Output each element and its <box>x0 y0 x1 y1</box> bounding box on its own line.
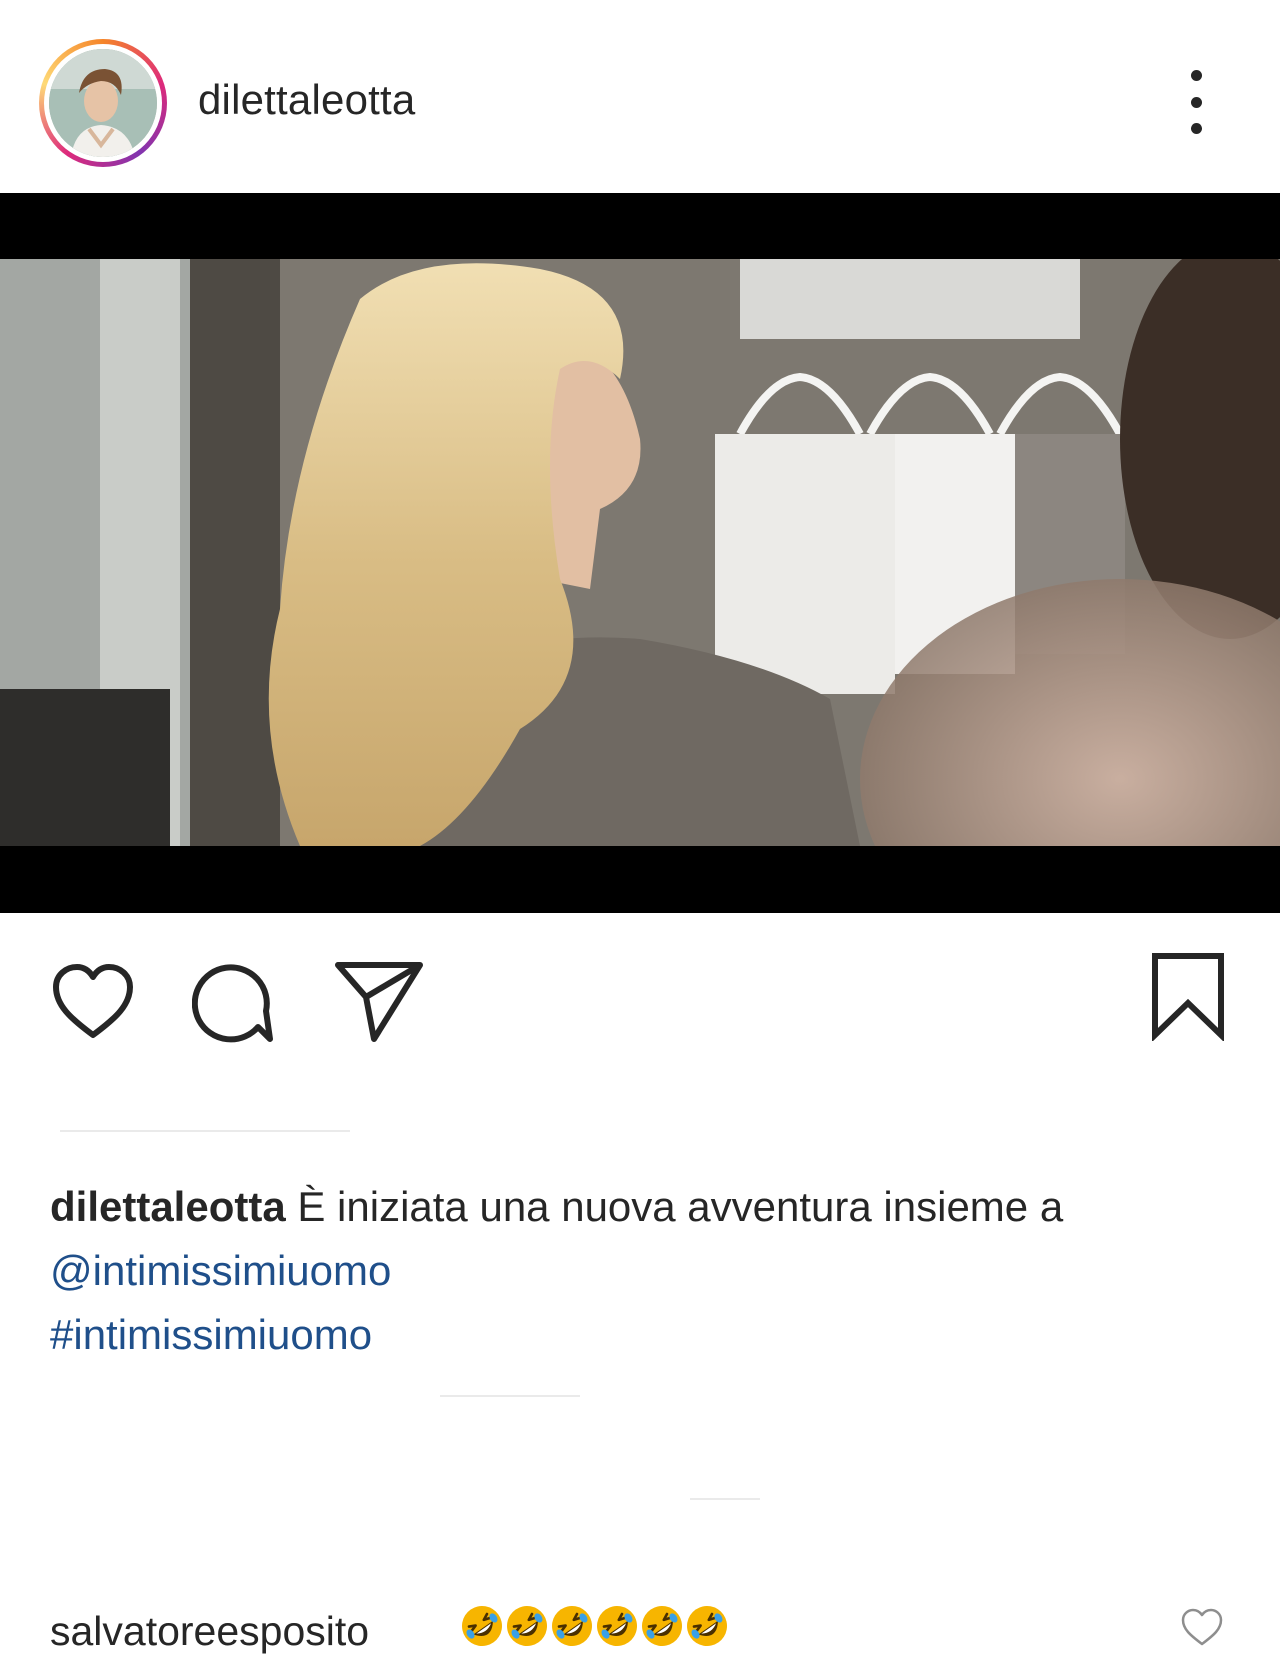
avatar[interactable] <box>49 49 157 157</box>
comment-emoji-row <box>460 1604 730 1648</box>
rolling-on-floor-laughing-emoji-icon <box>642 1606 682 1646</box>
comment-icon[interactable] <box>192 963 276 1047</box>
post-media[interactable] <box>0 193 1280 913</box>
rolling-on-floor-laughing-emoji-icon <box>462 1606 502 1646</box>
story-ring[interactable] <box>39 39 167 167</box>
heart-icon[interactable] <box>50 963 136 1041</box>
caption-mention[interactable]: @intimissimiuomo <box>50 1239 1230 1303</box>
more-options-icon[interactable] <box>1174 70 1218 134</box>
video-frame[interactable] <box>0 259 1280 846</box>
action-bar <box>0 945 1280 1045</box>
caption: dilettaleotta È iniziata una nuova avven… <box>50 1175 1230 1367</box>
caption-hashtag[interactable]: #intimissimiuomo <box>50 1303 1230 1367</box>
faint-mark <box>440 1395 580 1397</box>
instagram-post: dilettaleotta dilettaleotta È iniziata u… <box>0 0 1280 1679</box>
video-still-icon <box>0 259 1280 846</box>
rolling-on-floor-laughing-emoji-icon <box>597 1606 637 1646</box>
rolling-on-floor-laughing-emoji-icon <box>552 1606 592 1646</box>
comment-username[interactable]: salvatoreesposito <box>50 1608 369 1655</box>
faint-mark <box>60 1130 350 1132</box>
header-username[interactable]: dilettaleotta <box>198 76 415 124</box>
faint-mark <box>690 1498 760 1500</box>
rolling-on-floor-laughing-emoji-icon <box>507 1606 547 1646</box>
paper-plane-icon[interactable] <box>334 959 424 1045</box>
profile-photo-icon <box>49 49 157 157</box>
heart-outline-icon[interactable] <box>1180 1608 1224 1653</box>
caption-username[interactable]: dilettaleotta <box>50 1183 286 1230</box>
post-header: dilettaleotta <box>0 0 1280 193</box>
comment-row: salvatoreesposito <box>50 1602 1230 1662</box>
bookmark-icon[interactable] <box>1150 951 1226 1041</box>
rolling-on-floor-laughing-emoji-icon <box>687 1606 727 1646</box>
caption-text: È iniziata una nuova avventura insieme a <box>297 1183 1064 1230</box>
